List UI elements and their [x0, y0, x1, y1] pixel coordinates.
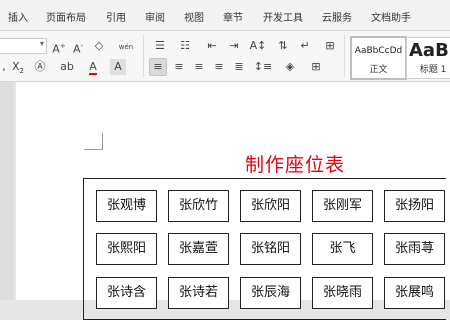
seat-cell[interactable]: 张刚军 [312, 190, 373, 222]
increase-font-size-icon[interactable]: A+ [52, 38, 66, 56]
highlight-color-icon[interactable]: ab [57, 59, 77, 75]
bullet-list-icon[interactable]: ☰ [150, 38, 170, 54]
chevron-down-icon: ▾ [39, 39, 44, 48]
document-title: 制作座位表 [244, 154, 345, 176]
borders-icon[interactable]: ⊞ [306, 59, 326, 75]
margin-corner-mark [84, 133, 103, 150]
align-center-icon[interactable]: ≡ [171, 59, 187, 75]
phonetic-guide-icon[interactable]: wén [115, 38, 137, 54]
style-sample: AaBbCcDd [354, 46, 403, 56]
tab-document-assistant[interactable]: 文档助手 [371, 9, 411, 24]
table-icon[interactable]: ⊞ [322, 38, 338, 54]
align-right-icon[interactable]: ≡ [191, 59, 207, 75]
tab-cloud-service[interactable]: 云服务 [322, 9, 352, 24]
seat-cell[interactable]: 张雨荨 [384, 233, 445, 265]
seat-cell[interactable]: 张观博 [96, 190, 157, 222]
seat-cell[interactable]: 张铭阳 [240, 233, 301, 265]
menu-tab-bar: 插入 页面布局 引用 审阅 视图 章节 开发工具 云服务 文档助手 [0, 0, 450, 31]
distributed-align-icon[interactable]: ≣ [231, 59, 247, 75]
tab-view[interactable]: 视图 [184, 9, 204, 24]
align-left-icon[interactable]: ≡ [149, 58, 167, 76]
line-spacing-icon[interactable]: ↕≡ [253, 59, 273, 75]
tab-chapter[interactable]: 章节 [223, 9, 243, 24]
increase-indent-icon[interactable]: ⇥ [226, 38, 242, 54]
tab-review[interactable]: 审阅 [145, 9, 165, 24]
paragraph-shading-icon[interactable]: ◈ [280, 59, 300, 75]
tab-insert[interactable]: 插入 [8, 9, 28, 24]
seat-cell[interactable]: 张欣阳 [240, 190, 301, 222]
numbered-list-icon[interactable]: ☷ [175, 38, 195, 54]
decrease-font-size-icon[interactable]: A- [71, 38, 85, 56]
seat-cell[interactable]: 张晓雨 [312, 277, 373, 309]
ribbon-separator [143, 35, 144, 77]
ribbon-toolbar: ▾ A+ A- ◇ wén , X2 Ⓐ ab A A ☰ ☷ ⇤ ⇥ A↕ ⇅… [0, 31, 450, 82]
seat-cell[interactable]: 张欣竹 [168, 190, 229, 222]
seat-cell[interactable]: 张嘉萱 [168, 233, 229, 265]
ribbon-separator [344, 35, 345, 77]
style-normal[interactable]: AaBbCcDd 正文 [350, 36, 407, 80]
font-size-input[interactable]: ▾ [0, 38, 47, 54]
seat-cell[interactable]: 张诗若 [168, 277, 229, 309]
style-name: 标题 1 [419, 65, 447, 75]
tab-references[interactable]: 引用 [106, 9, 126, 24]
seat-cell[interactable]: 张辰海 [240, 277, 301, 309]
tab-developer-tools[interactable]: 开发工具 [263, 9, 303, 24]
justify-icon[interactable]: ≡ [211, 59, 227, 75]
show-marks-icon[interactable]: ↵ [297, 38, 313, 54]
font-color-icon[interactable]: A [86, 59, 100, 75]
superscript-subscript-icon[interactable]: X2 [9, 59, 27, 75]
left-margin-bar [0, 82, 14, 300]
subscript-icon[interactable]: , [0, 59, 8, 75]
chinese-layout-icon[interactable]: A↕ [248, 38, 268, 54]
character-shading-icon[interactable]: A [110, 59, 126, 75]
style-sample: AaBb [409, 40, 450, 61]
style-name: 正文 [369, 65, 388, 75]
seat-cell[interactable]: 张熙阳 [96, 233, 157, 265]
text-effect-icon[interactable]: Ⓐ [31, 59, 49, 75]
clear-format-icon[interactable]: ◇ [92, 38, 106, 54]
seat-cell[interactable]: 张扬阳 [384, 190, 445, 222]
decrease-indent-icon[interactable]: ⇤ [204, 38, 220, 54]
seat-cell[interactable]: 张飞 [312, 233, 373, 265]
seat-cell[interactable]: 张展鸣 [384, 277, 445, 309]
style-heading-1[interactable]: AaBb 标题 1 [406, 37, 450, 79]
seat-cell[interactable]: 张诗含 [96, 277, 157, 309]
tab-page-layout[interactable]: 页面布局 [46, 9, 86, 24]
sort-icon[interactable]: ⇅ [275, 38, 291, 54]
